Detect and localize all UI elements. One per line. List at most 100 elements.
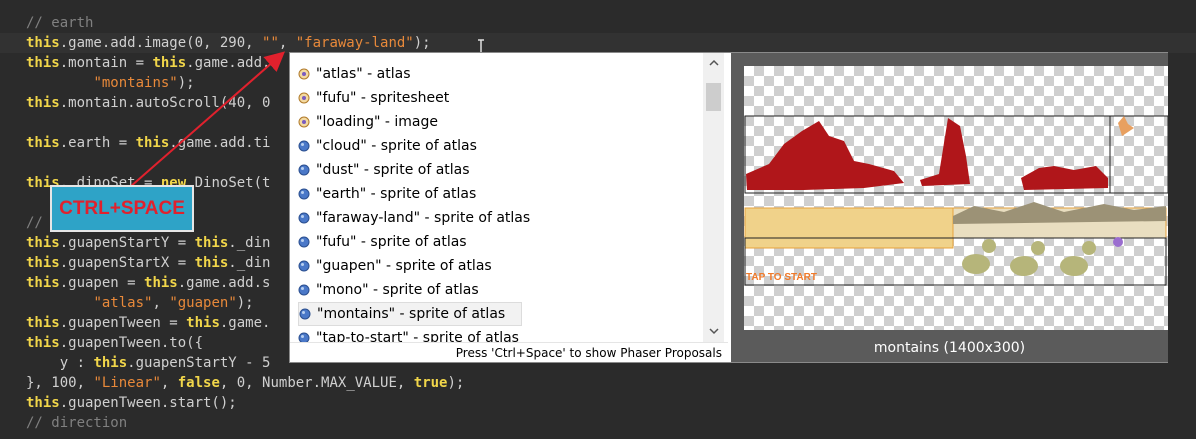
code-keyword: this (26, 35, 60, 51)
guapen-sprites (962, 239, 1096, 276)
code-line-1[interactable]: // earth (26, 13, 93, 33)
proposal-label: "montains" - sprite of atlas (317, 306, 506, 322)
proposal-label: "faraway-land" - sprite of atlas (316, 210, 531, 226)
sprite-frame-icon (298, 164, 310, 176)
code-line-11[interactable]: // (26, 213, 43, 233)
proposal-label: "cloud" - sprite of atlas (316, 138, 477, 154)
proposal-label: "tap-to-start" - sprite of atlas (316, 330, 519, 343)
proposal-item[interactable]: "fufu" - sprite of atlas (298, 230, 467, 254)
code-text: ); (177, 75, 195, 91)
sprite-frame-icon (298, 236, 310, 248)
proposal-item[interactable]: "cloud" - sprite of atlas (298, 134, 477, 158)
chevron-up-icon (708, 59, 719, 66)
sprite-frame-icon (299, 308, 311, 320)
code-keyword: this (26, 255, 60, 271)
preview-image: TAP TO START (744, 66, 1168, 330)
proposal-item[interactable]: "faraway-land" - sprite of atlas (298, 206, 530, 230)
code-string: "" (262, 35, 279, 51)
code-text: .guapenTween = (59, 315, 187, 331)
proposal-item[interactable]: "mono" - sprite of atlas (298, 278, 479, 302)
proposal-item[interactable]: "tap-to-start" - sprite of atlas (298, 326, 519, 343)
code-text: .guapenStartY = (59, 235, 195, 251)
code-line-17[interactable]: this.guapenTween.to({ (26, 333, 203, 353)
code-text: ); (447, 375, 465, 391)
code-text: ._din (228, 255, 271, 271)
proposal-item[interactable]: "dust" - sprite of atlas (298, 158, 470, 182)
atlas-sprite-preview: TAP TO START (744, 115, 1168, 286)
code-line-12[interactable]: this.guapenStartY = this._din (26, 233, 270, 253)
code-text: ); (413, 35, 431, 51)
code-text: .game.add. (186, 55, 271, 71)
code-string: "Linear" (93, 375, 161, 391)
code-line-3[interactable]: this.montain = this.game.add. (26, 53, 270, 73)
tap-to-start-sprite: TAP TO START (746, 272, 817, 283)
code-keyword: this (26, 315, 60, 331)
code-text: .montain = (59, 55, 153, 71)
asset-pack-icon (298, 92, 310, 104)
code-line-13[interactable]: this.guapenStartX = this._din (26, 253, 270, 273)
code-line-2[interactable]: this.game.add.image(0, 290, "", "faraway… (0, 33, 1196, 53)
proposal-label: "earth" - sprite of atlas (316, 186, 477, 202)
proposal-item[interactable]: "guapen" - sprite of atlas (298, 254, 492, 278)
proposal-item[interactable]: "loading" - image (298, 110, 438, 134)
code-comment: // direction (26, 415, 128, 431)
code-line-7[interactable]: this.earth = this.game.add.ti (26, 133, 270, 153)
code-text: .montain.autoScroll(40, 0 (59, 95, 271, 111)
proposal-label: "guapen" - sprite of atlas (316, 258, 492, 274)
red-mountain-shape (746, 121, 904, 190)
code-text: .earth = (59, 135, 136, 151)
code-keyword: true (413, 375, 448, 391)
proposal-label: "loading" - image (316, 114, 439, 130)
code-keyword: this (135, 135, 170, 151)
code-text: .game.add.ti (169, 135, 271, 151)
proposal-hint: Press 'Ctrl+Space' to show Phaser Propos… (290, 342, 728, 363)
code-keyword: this (26, 55, 60, 71)
proposal-list[interactable]: "atlas" - atlas "fufu" - spritesheet "load… (290, 53, 728, 343)
code-text: .guapen = (59, 275, 145, 291)
code-line-4[interactable]: "montains"); (26, 73, 195, 93)
code-keyword: false (177, 375, 220, 391)
proposal-item[interactable]: "earth" - sprite of atlas (298, 182, 476, 206)
chevron-down-icon (708, 328, 719, 335)
proposal-label: "atlas" - atlas (316, 66, 411, 82)
asset-pack-icon (298, 68, 310, 80)
scroll-up-button[interactable] (703, 53, 724, 73)
proposal-item[interactable]: "atlas" - atlas (298, 62, 411, 86)
code-text: .game.add.image(0, 290, (59, 35, 263, 51)
proposal-label: "mono" - sprite of atlas (316, 282, 479, 298)
code-text: .guapenTween.to({ (59, 335, 204, 351)
code-string: "montains" (93, 75, 178, 91)
code-string: "atlas" (93, 295, 153, 311)
code-keyword: this (26, 235, 60, 251)
small-sprite (1118, 116, 1134, 136)
code-text: ._din (228, 235, 271, 251)
code-keyword: this (194, 255, 229, 271)
scroll-down-button[interactable] (703, 321, 724, 341)
code-string: "guapen" (169, 295, 237, 311)
code-line-14[interactable]: this.guapen = this.game.add.s (26, 273, 270, 293)
code-line-5[interactable]: this.montain.autoScroll(40, 0 (26, 93, 270, 113)
earth-sprite (744, 207, 954, 249)
asset-pack-icon (298, 116, 310, 128)
content-assist-popup[interactable]: "atlas" - atlas "fufu" - spritesheet "load… (289, 52, 1168, 363)
proposal-list-scrollbar[interactable] (703, 53, 724, 343)
code-line-18[interactable]: y : this.guapenStartY - 5 (26, 353, 271, 373)
proposal-item[interactable]: "fufu" - spritesheet (298, 86, 449, 110)
code-line-20[interactable]: this.guapenTween.start(); (26, 393, 237, 413)
proposal-label: "fufu" - spritesheet (316, 90, 450, 106)
code-keyword: this (26, 275, 60, 291)
code-text: ); (236, 295, 254, 311)
code-text: }, 100, (26, 375, 94, 391)
sprite-frame-icon (298, 260, 310, 272)
preview-caption: montains (1400x300) (873, 340, 1026, 356)
code-keyword: this (26, 95, 60, 111)
proposal-item[interactable]: "montains" - sprite of atlas (298, 302, 522, 326)
code-line-15[interactable]: "atlas", "guapen"); (26, 293, 254, 313)
code-line-16[interactable]: this.guapenTween = this.game. (26, 313, 270, 333)
code-line-19[interactable]: }, 100, "Linear", false, 0, Number.MAX_V… (26, 373, 464, 393)
sprite-frame-icon (298, 284, 310, 296)
code-line-21[interactable]: // direction (26, 413, 127, 433)
scroll-thumb[interactable] (706, 83, 721, 111)
